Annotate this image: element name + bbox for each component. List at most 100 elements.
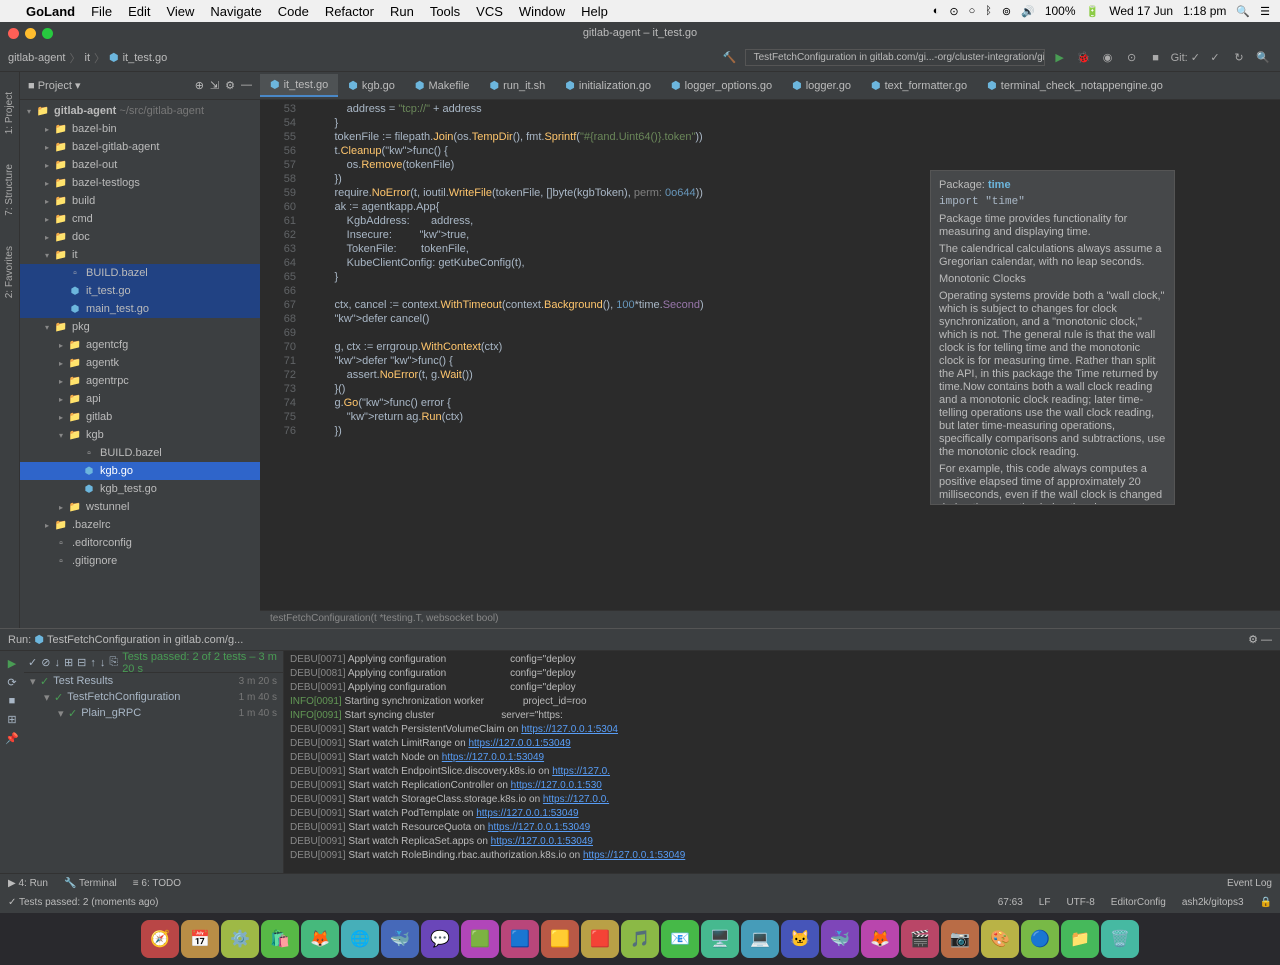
editor-tab[interactable]: ⬢Makefile (405, 75, 480, 96)
menu-edit[interactable]: Edit (128, 4, 150, 19)
breadcrumb[interactable]: gitlab-agent〉 it〉 ⬢ it_test.go (8, 50, 167, 66)
coverage-button[interactable]: ◉ (1099, 51, 1117, 64)
dock-app[interactable]: 💬 (421, 920, 459, 958)
export-icon[interactable]: ⎘ (109, 656, 118, 669)
dock-app[interactable]: 🐳 (821, 920, 859, 958)
tree-file[interactable]: ⬢kgb_test.go (20, 480, 260, 498)
expand-icon[interactable]: ⊞ (64, 656, 73, 669)
tree-file[interactable]: ▫.gitignore (20, 552, 260, 570)
status-tab-run[interactable]: ▶ 4: Run (8, 878, 48, 889)
tree-file[interactable]: ⬢kgb.go (20, 462, 260, 480)
test-tree[interactable]: ✓ ⊘ ↓ ⊞ ⊟ ↑ ↓ ⎘ Tests passed: 2 of 2 tes… (24, 651, 284, 873)
dock-app[interactable]: 🌐 (341, 920, 379, 958)
tree-folder[interactable]: ▾📁it (20, 246, 260, 264)
cursor-position[interactable]: 67:63 (998, 897, 1023, 908)
editor-tab[interactable]: ⬢run_it.sh (479, 75, 555, 96)
tree-file[interactable]: ⬢it_test.go (20, 282, 260, 300)
tree-folder[interactable]: ▸📁.bazelrc (20, 516, 260, 534)
dock-app[interactable]: 🧭 (141, 920, 179, 958)
time[interactable]: 1:18 pm (1183, 4, 1226, 18)
tree-root[interactable]: ▾📁 gitlab-agent ~/src/gitlab-agent (20, 102, 260, 120)
tree-folder[interactable]: ▸📁bazel-out (20, 156, 260, 174)
dock-app[interactable]: 🗑️ (1101, 920, 1139, 958)
maximize-window-button[interactable] (42, 28, 53, 39)
tree-folder[interactable]: ▸📁bazel-gitlab-agent (20, 138, 260, 156)
editor-breadcrumb[interactable]: testFetchConfiguration(t *testing.T, web… (260, 610, 1280, 628)
tree-folder[interactable]: ▾📁kgb (20, 426, 260, 444)
dock-app[interactable]: 🎵 (621, 920, 659, 958)
debug-button[interactable]: 🐞 (1075, 51, 1093, 64)
breadcrumb-item[interactable]: gitlab-agent (8, 52, 66, 64)
tree-folder[interactable]: ▸📁cmd (20, 210, 260, 228)
vcs-update-icon[interactable]: ✓ (1206, 51, 1224, 64)
tree-folder[interactable]: ▸📁bazel-testlogs (20, 174, 260, 192)
tree-file[interactable]: ▫.editorconfig (20, 534, 260, 552)
status-icon[interactable]: ○ (969, 5, 976, 17)
editor-tab[interactable]: ⬢logger.go (782, 75, 861, 96)
wifi-icon[interactable]: ⊚ (1002, 5, 1011, 18)
tree-folder[interactable]: ▸📁doc (20, 228, 260, 246)
stop-button[interactable]: ■ (1147, 52, 1165, 64)
editor-tab[interactable]: ⬢terminal_check_notappengine.go (977, 75, 1173, 96)
speaker-icon[interactable]: 🔊 (1021, 5, 1035, 18)
settings-icon[interactable]: ⚙ (225, 79, 235, 92)
status-tab-todo[interactable]: ≡ 6: TODO (133, 878, 181, 889)
tree-folder[interactable]: ▸📁gitlab (20, 408, 260, 426)
build-icon[interactable]: 🔨 (721, 51, 739, 64)
test-result-item[interactable]: ▾✓Plain_gRPC1 m 40 s (24, 705, 283, 721)
fail-icon[interactable]: ⊘ (41, 656, 50, 669)
tree-file[interactable]: ▫BUILD.bazel (20, 264, 260, 282)
editor-tab[interactable]: ⬢kgb.go (338, 75, 405, 96)
documentation-popup[interactable]: Package: time import "time" Package time… (930, 170, 1175, 505)
run-hide-icon[interactable]: — (1261, 634, 1272, 646)
menu-window[interactable]: Window (519, 4, 565, 19)
dock-app[interactable]: 📧 (661, 920, 699, 958)
menu-code[interactable]: Code (278, 4, 309, 19)
editor-tab[interactable]: ⬢it_test.go (260, 74, 338, 97)
breadcrumb-item[interactable]: it_test.go (123, 52, 168, 64)
favorites-tool-tab[interactable]: 2: Favorites (4, 246, 15, 298)
dock-app[interactable]: 🦊 (861, 920, 899, 958)
dock-app[interactable]: 🟦 (501, 920, 539, 958)
dock-app[interactable]: 📅 (181, 920, 219, 958)
run-button[interactable]: ▶ (1051, 51, 1069, 64)
date[interactable]: Wed 17 Jun (1109, 4, 1173, 18)
close-window-button[interactable] (8, 28, 19, 39)
editor-tab[interactable]: ⬢text_formatter.go (861, 75, 977, 96)
test-result-item[interactable]: ▾✓TestFetchConfiguration1 m 40 s (24, 689, 283, 705)
tree-folder[interactable]: ▸📁agentcfg (20, 336, 260, 354)
dock-app[interactable]: 🔵 (1021, 920, 1059, 958)
menu-file[interactable]: File (91, 4, 112, 19)
menu-run[interactable]: Run (390, 4, 414, 19)
collapse-icon[interactable]: ⇲ (210, 79, 219, 92)
run-config-select[interactable]: TestFetchConfiguration in gitlab.com/gi.… (745, 49, 1045, 66)
breadcrumb-item[interactable]: it (85, 52, 91, 64)
search-icon[interactable]: 🔍 (1236, 5, 1250, 18)
status-icon[interactable]: ◐ (933, 5, 940, 17)
menu-tools[interactable]: Tools (430, 4, 460, 19)
sort-icon[interactable]: ↓ (54, 657, 60, 669)
menu-vcs[interactable]: VCS (476, 4, 503, 19)
test-result-item[interactable]: ▾✓Test Results3 m 20 s (24, 673, 283, 689)
structure-tool-tab[interactable]: 7: Structure (4, 164, 15, 216)
next-icon[interactable]: ↓ (100, 657, 106, 669)
line-ending[interactable]: LF (1039, 897, 1051, 908)
minimize-window-button[interactable] (25, 28, 36, 39)
lock-icon[interactable]: 🔒 (1260, 897, 1272, 908)
git-label[interactable]: Git: ✓ (1171, 51, 1200, 64)
indent-config[interactable]: EditorConfig (1111, 897, 1166, 908)
dock-app[interactable]: 🟩 (461, 920, 499, 958)
dock-app[interactable]: ⚙️ (221, 920, 259, 958)
dock-app[interactable]: 🛍️ (261, 920, 299, 958)
editor-tabs[interactable]: ⬢it_test.go⬢kgb.go⬢Makefile⬢run_it.sh⬢in… (260, 72, 1280, 100)
collapse-icon[interactable]: ⊟ (77, 656, 86, 669)
pass-icon[interactable]: ✓ (28, 656, 37, 669)
menu-help[interactable]: Help (581, 4, 608, 19)
vcs-history-icon[interactable]: ↻ (1230, 51, 1248, 64)
status-tab-terminal[interactable]: 🔧 Terminal (64, 878, 117, 889)
tree-folder[interactable]: ▸📁agentk (20, 354, 260, 372)
menu-icon[interactable]: ☰ (1260, 5, 1270, 18)
tree-file[interactable]: ⬢main_test.go (20, 300, 260, 318)
dock-app[interactable]: 📁 (1061, 920, 1099, 958)
tree-folder[interactable]: ▸📁build (20, 192, 260, 210)
